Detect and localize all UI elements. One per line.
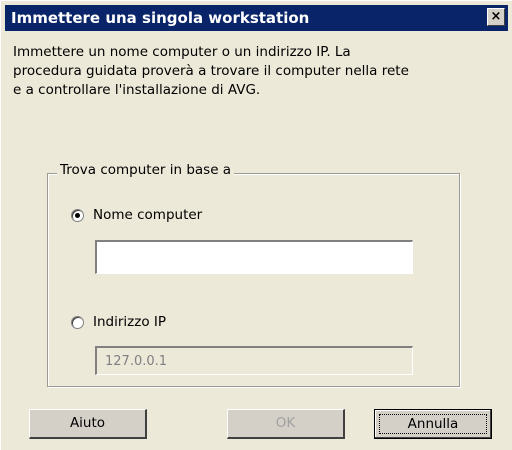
- title-bar[interactable]: Immettere una singola workstation ×: [5, 5, 508, 31]
- cancel-button[interactable]: Annulla: [374, 409, 492, 439]
- radio-computer-name-button[interactable]: [71, 208, 84, 222]
- ok-button[interactable]: OK: [227, 409, 345, 439]
- dialog-window: Immettere una singola workstation × Imme…: [0, 0, 512, 450]
- close-icon: ×: [490, 9, 502, 24]
- cancel-button-label: Annulla: [379, 414, 487, 434]
- window-title: Immettere una singola workstation: [11, 9, 310, 27]
- radio-computer-name[interactable]: Nome computer: [71, 207, 202, 223]
- radio-ip-address-button[interactable]: [71, 315, 84, 329]
- intro-text: Immettere un nome computer o un indirizz…: [13, 44, 409, 98]
- radio-computer-name-label[interactable]: Nome computer: [93, 207, 202, 223]
- computer-name-input[interactable]: [95, 240, 413, 274]
- help-button[interactable]: Aiuto: [29, 409, 147, 439]
- group-legend: Trova computer in base a: [57, 162, 235, 178]
- ip-address-input[interactable]: [95, 346, 413, 375]
- close-button[interactable]: ×: [487, 8, 505, 26]
- radio-ip-address-label[interactable]: Indirizzo IP: [93, 314, 166, 330]
- radio-ip-address[interactable]: Indirizzo IP: [71, 314, 166, 330]
